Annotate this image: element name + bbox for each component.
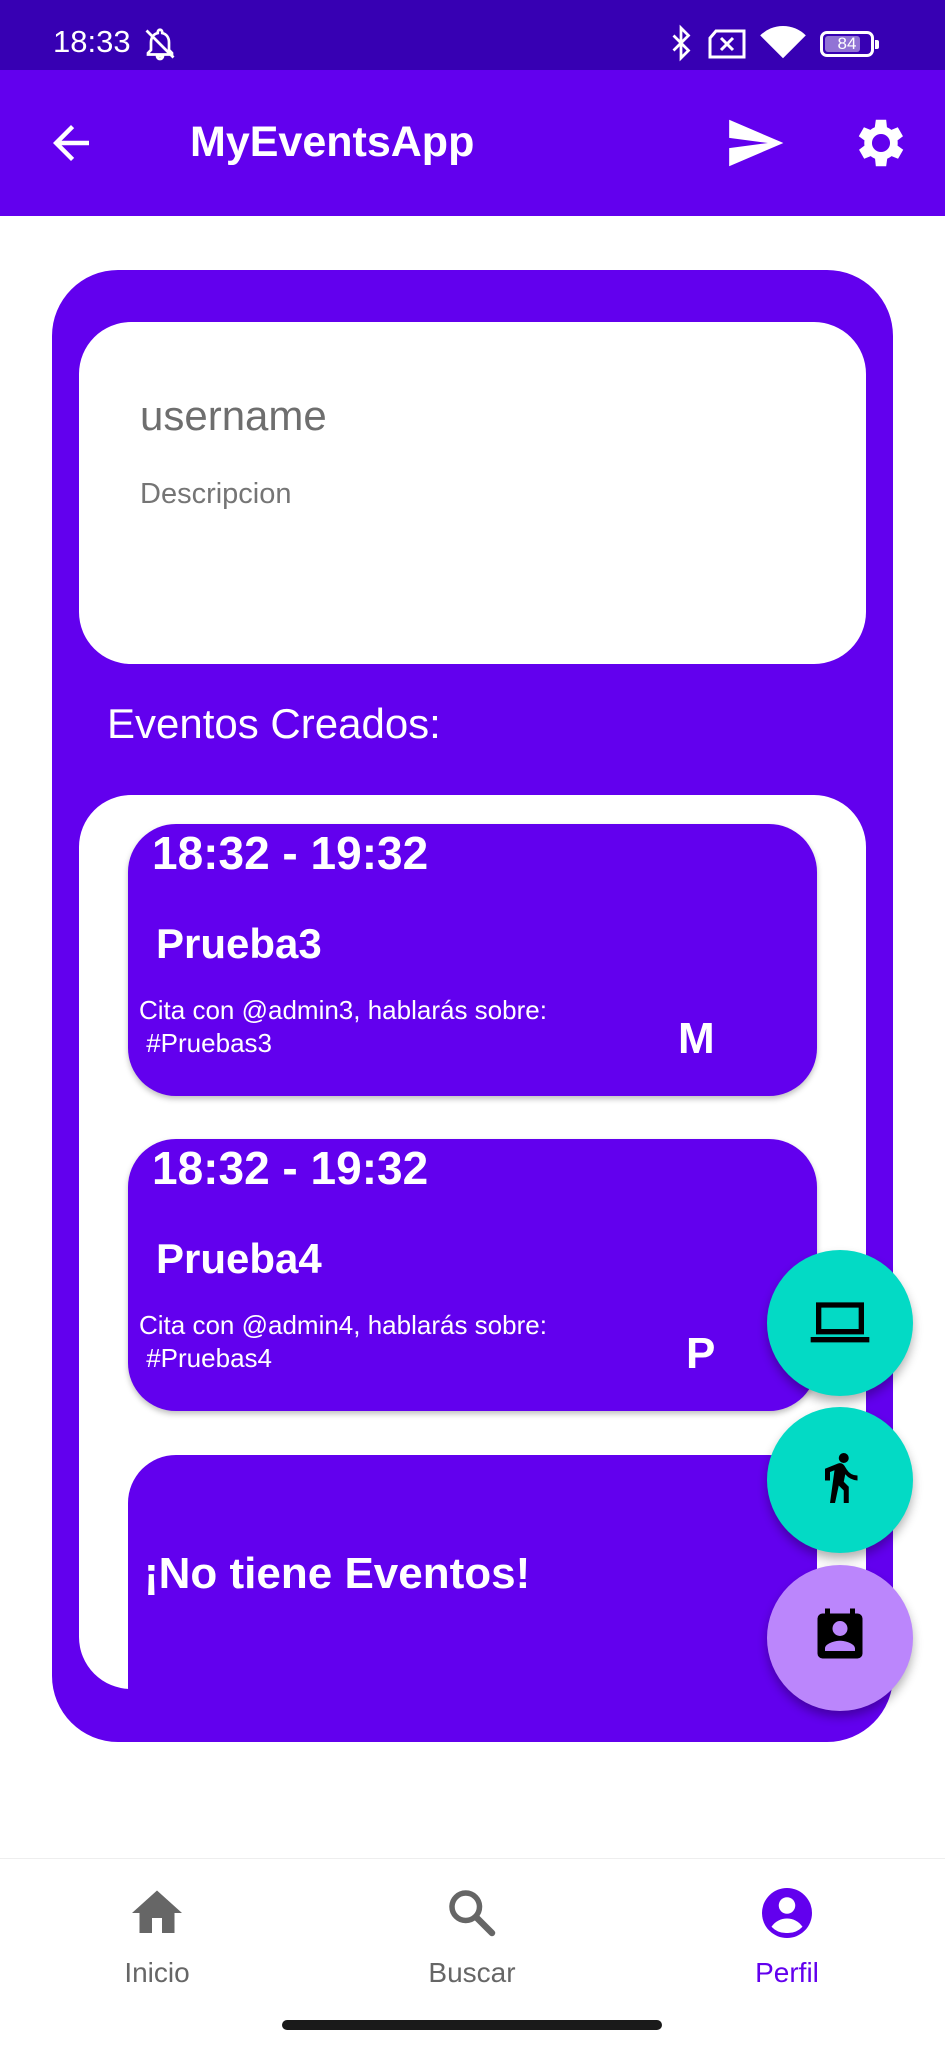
events-list: 18:32 - 19:32 Prueba3 Cita con @admin3, … [79, 795, 866, 1689]
app-bar: MyEventsApp [0, 70, 945, 216]
empty-events-message: ¡No tiene Eventos! [144, 1549, 531, 1598]
event-card[interactable]: 18:32 - 19:32 Prueba4 Cita con @admin4, … [128, 1139, 817, 1411]
event-title: Prueba4 [156, 1235, 322, 1282]
username-text: username [140, 392, 327, 439]
events-section-label: Eventos Creados: [107, 700, 441, 747]
description-text: Descripcion [140, 478, 292, 510]
empty-events-card: ¡No tiene Eventos! [128, 1455, 817, 1689]
account-circle-icon [757, 1883, 817, 1943]
app-title: MyEventsApp [190, 118, 475, 166]
status-bar: 18:33 84 [0, 0, 945, 70]
laptop-fab[interactable] [767, 1250, 913, 1396]
battery-icon: 84 [820, 31, 879, 57]
no-sim-icon [706, 28, 748, 65]
arrow-back-icon[interactable] [44, 116, 98, 175]
wifi-icon [760, 24, 806, 67]
bluetooth-icon [666, 24, 696, 67]
laptop-icon [808, 1289, 872, 1358]
home-icon [127, 1883, 187, 1943]
nav-item-perfil[interactable]: Perfil [687, 1859, 887, 1999]
contact-calendar-fab[interactable] [767, 1565, 913, 1711]
bell-off-icon [142, 26, 178, 67]
nav-label: Buscar [428, 1957, 516, 1988]
user-info-box: username Descripcion [79, 322, 866, 664]
event-description: Cita con @admin4, hablarás sobre: #Prueb… [139, 1310, 547, 1373]
search-icon [442, 1883, 502, 1943]
walk-fab[interactable] [767, 1407, 913, 1553]
walking-person-icon [810, 1448, 870, 1513]
contact-calendar-icon [810, 1606, 870, 1671]
home-indicator[interactable] [282, 2020, 662, 2030]
event-title: Prueba3 [156, 920, 322, 967]
event-badge: M [678, 1014, 715, 1063]
nav-label: Inicio [124, 1957, 190, 1988]
event-badge: P [686, 1329, 716, 1378]
nav-label: Perfil [755, 1957, 819, 1988]
status-time: 18:33 [53, 24, 131, 59]
send-icon[interactable] [724, 112, 786, 179]
event-time: 18:32 - 19:32 [152, 827, 429, 879]
event-card[interactable]: 18:32 - 19:32 Prueba3 Cita con @admin3, … [128, 824, 817, 1096]
event-time: 18:32 - 19:32 [152, 1142, 429, 1194]
battery-level: 84 [837, 34, 857, 53]
nav-item-inicio[interactable]: Inicio [57, 1859, 257, 1999]
gear-icon[interactable] [850, 112, 912, 179]
nav-item-buscar[interactable]: Buscar [372, 1859, 572, 1999]
event-description: Cita con @admin3, hablarás sobre: #Prueb… [139, 995, 547, 1058]
